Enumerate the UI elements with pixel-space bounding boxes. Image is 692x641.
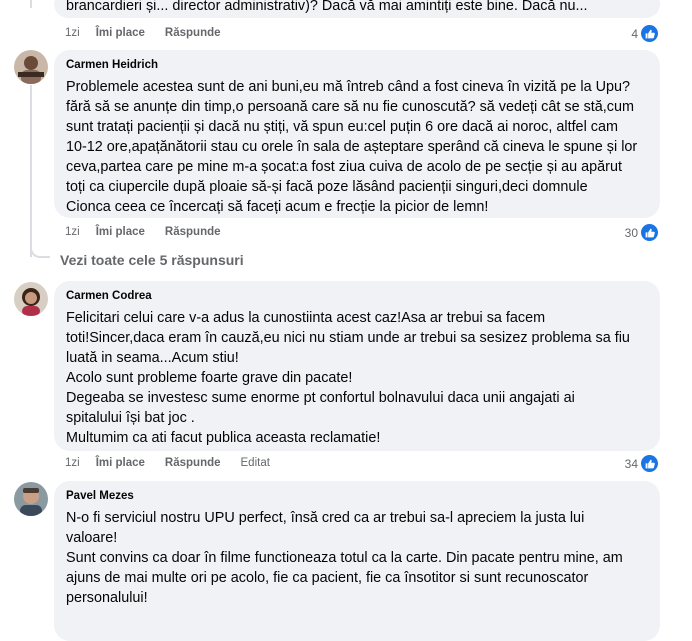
reaction-count: 30 — [624, 225, 638, 240]
comment-bubble: Carmen Heidrich Problemele acestea sunt … — [54, 50, 660, 218]
comment-line: Multumim ca ati facut publica aceasta re… — [66, 430, 381, 446]
comment-author[interactable]: Carmen Codrea — [66, 289, 648, 304]
like-icon — [641, 25, 658, 42]
reaction-summary[interactable]: 4 — [631, 25, 658, 42]
comment-line: Degeaba se investesc sume enorme pt conf… — [66, 390, 575, 406]
comment-line: Acolo sunt probleme foarte grave din pac… — [66, 370, 353, 386]
like-button[interactable]: Îmi place — [96, 457, 145, 469]
like-icon — [641, 224, 658, 241]
avatar[interactable] — [14, 50, 48, 84]
comment-line: toti!Sincer,daca eram în cauză,eu nici n… — [66, 330, 630, 346]
thread-line — [30, 0, 32, 8]
comment-author[interactable]: Carmen Heidrich — [66, 58, 648, 73]
comment-line: toți ca ciupercile după ploaie să-și fac… — [66, 179, 588, 195]
comment-time[interactable]: 1zi — [65, 27, 80, 39]
avatar[interactable] — [14, 482, 48, 516]
reaction-summary[interactable]: 30 — [625, 224, 658, 241]
like-icon — [641, 455, 658, 472]
comment-bubble: brancardieri și... director administrati… — [54, 0, 660, 18]
thread-line — [30, 85, 32, 257]
comment-line: Problemele acestea sunt de ani buni,eu m… — [66, 79, 630, 95]
view-all-replies-link[interactable]: Vezi toate cele 5 răspunsuri — [60, 252, 244, 268]
comment-line: 10-12 ore,apațănătorii stau cu orele în … — [66, 139, 638, 155]
comment-actions: 1zi Îmi place Răspunde — [65, 27, 241, 39]
comment-line: ceva,partea care pe mine m-a șocat:a fos… — [66, 159, 622, 175]
comment-author[interactable]: Pavel Mezes — [66, 489, 648, 504]
reaction-count: 4 — [631, 26, 638, 41]
comment-text: brancardieri și... director administrati… — [66, 0, 588, 14]
edited-label: Editat — [240, 457, 270, 469]
comment-time[interactable]: 1zi — [65, 226, 80, 238]
comment-line: Felicitari celui care v-a adus la cunost… — [66, 310, 546, 326]
reply-button[interactable]: Răspunde — [165, 27, 221, 39]
comment-line: valoare! — [66, 530, 118, 546]
comment-time[interactable]: 1zi — [65, 457, 80, 469]
comment-line: spitalului își bat joc . — [66, 410, 195, 426]
comment-actions: 1zi Îmi place Răspunde — [65, 226, 241, 238]
comment-line: personalului! — [66, 590, 148, 606]
comment-actions: 1zi Îmi place Răspunde Editat — [65, 457, 290, 469]
comment-line: Cionca ceea ce încercați să faceți acum … — [66, 199, 489, 215]
reply-button[interactable]: Răspunde — [165, 226, 221, 238]
reply-button[interactable]: Răspunde — [165, 457, 221, 469]
comment-line: Sunt convins ca doar în filme functionea… — [66, 550, 623, 566]
comment-line: luată in seama...Acum stiu! — [66, 350, 239, 366]
reaction-summary[interactable]: 34 — [625, 455, 658, 472]
comment-line: fără să se anunțe din timp,o persoană ca… — [66, 99, 634, 115]
comment-bubble: Carmen Codrea Felicitari celui care v-a … — [54, 281, 660, 451]
reaction-count: 34 — [624, 456, 638, 471]
comment-line: N-o fi serviciul nostru UPU perfect, îns… — [66, 510, 585, 526]
thread-curve — [30, 240, 50, 258]
like-button[interactable]: Îmi place — [96, 226, 145, 238]
comment-line: ajuns de mai multe ori pe acolo, fie ca … — [66, 570, 589, 586]
comment-bubble: Pavel Mezes N-o fi serviciul nostru UPU … — [54, 481, 660, 641]
avatar[interactable] — [14, 282, 48, 316]
comment-line: sunt tratați pacienții și dacă nu știți,… — [66, 119, 618, 135]
like-button[interactable]: Îmi place — [96, 27, 145, 39]
